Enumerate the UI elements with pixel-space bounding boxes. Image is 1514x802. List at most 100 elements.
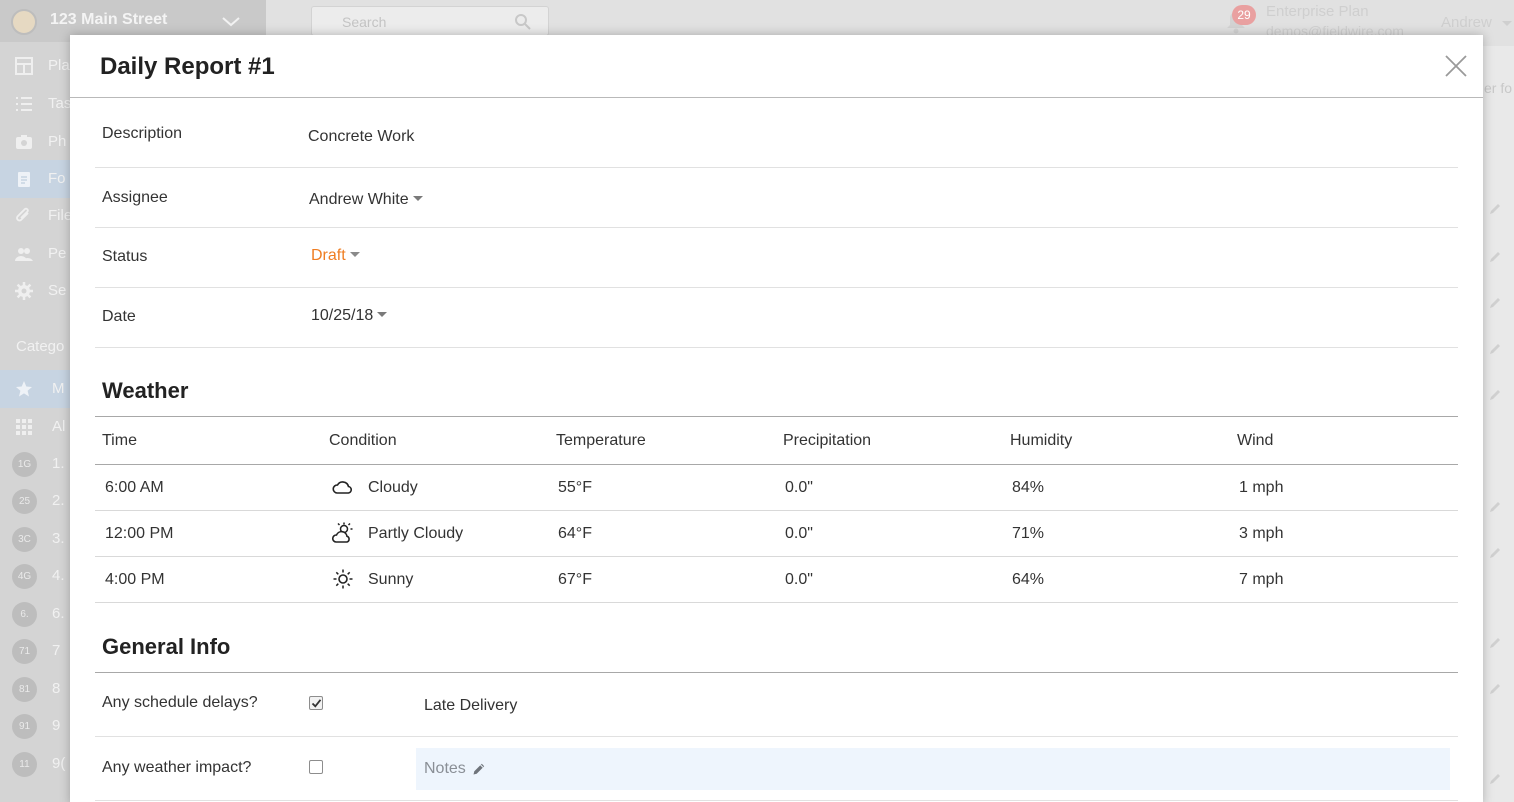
caret-down-icon [1502,21,1512,26]
close-icon[interactable] [1444,54,1468,78]
category-item-label: 4. [52,567,65,584]
question-label: Any weather impact? [102,759,252,776]
category-badge: 25 [12,489,37,514]
notes-field[interactable]: Notes [416,748,1450,790]
plans-icon [15,57,33,75]
pencil-icon [1490,502,1500,512]
list-icon [16,97,32,111]
category-badge: 3C [12,527,37,552]
sun-icon [333,569,353,589]
general-info-section-title: General Info [102,634,231,659]
weather-wind: 1 mph [1239,479,1284,496]
weather-row[interactable]: 4:00 PM Sunny 67°F 0.0" 64% 7 mph [95,557,1458,603]
answer-text[interactable]: Late Delivery [424,697,517,715]
daily-report-modal: Daily Report #1 Description Concrete Wor… [70,35,1483,802]
weather-humidity: 71% [1012,525,1045,542]
category-badge: 6. [12,602,37,627]
categories-heading: Catego [16,338,65,355]
weather-time: 6:00 AM [105,479,164,496]
weather-wind: 3 mph [1239,525,1284,542]
category-badge: 71 [12,639,37,664]
weather-time: 4:00 PM [105,571,165,588]
checkmark-icon [311,699,322,708]
weather-section-divider [95,416,1458,417]
schedule-delays-checkbox[interactable] [309,696,323,710]
category-badge: 1G [12,452,37,477]
description-row: Description Concrete Work [95,98,1458,168]
date-value: 10/25/18 [311,307,374,324]
sidebar-item-label: Pe [48,245,67,262]
weather-table-header: Time Condition Temperature Precipitation… [95,428,1458,465]
category-item-label: M [52,380,65,397]
category-item-label: Al [52,418,66,435]
gear-icon [15,282,33,300]
weather-time: 12:00 PM [105,525,174,542]
weather-precipitation: 0.0" [785,525,813,542]
assignee-label: Assignee [102,189,168,206]
weather-impact-checkbox[interactable] [309,760,323,774]
date-row: Date 10/25/18 [95,288,1458,348]
description-label: Description [102,125,183,142]
caret-down-icon [412,195,423,201]
category-badge: 4G [12,564,37,589]
status-dropdown[interactable]: Draft [311,247,360,265]
weather-humidity: 84% [1012,479,1045,496]
weather-humidity: 64% [1012,571,1045,588]
camera-icon [16,135,32,149]
clipboard-icon [18,172,30,187]
cloud-icon [332,481,352,494]
category-item-label: 6. [52,605,65,622]
pencil-icon [1490,548,1500,558]
notes-placeholder: Notes [424,760,466,777]
chevron-down-icon[interactable] [220,10,242,32]
partly-cloudy-icon [331,522,353,543]
search-input[interactable]: Search [311,6,549,36]
grid-icon [16,419,32,435]
pencil-icon [1490,774,1500,784]
category-item-label: 1. [52,455,65,472]
sidebar-item-label: File [48,207,73,224]
category-item-label: 9 [52,717,61,734]
sidebar-item-label: Se [48,282,67,299]
pencil-icon [1490,298,1500,308]
category-item-label: 9( [52,755,66,772]
pencil-icon [1490,252,1500,262]
category-item-label: 3. [52,530,65,547]
date-dropdown[interactable]: 10/25/18 [311,307,388,325]
column-header-time: Time [102,432,137,449]
weather-condition: Partly Cloudy [368,525,464,542]
pencil-icon [1490,204,1500,214]
category-item-label: 8 [52,680,61,697]
category-badge: 91 [12,714,37,739]
column-header-wind: Wind [1237,432,1274,449]
notification-count-badge: 29 [1232,5,1256,25]
weather-wind: 7 mph [1239,571,1284,588]
column-header-precipitation: Precipitation [783,432,872,449]
plan-name: Enterprise Plan [1266,3,1369,20]
assignee-dropdown[interactable]: Andrew White [309,191,423,209]
search-placeholder: Search [342,14,387,30]
general-info-item: Any schedule delays? Late Delivery [95,673,1458,737]
category-badge: 81 [12,677,37,702]
weather-temperature: 67°F [558,571,592,588]
category-badge: 11 [12,752,37,777]
category-item-label: 7 [52,642,61,659]
weather-temperature: 64°F [558,525,592,542]
pencil-icon [1490,638,1500,648]
people-icon [15,248,33,261]
paperclip-icon [16,207,29,222]
pencil-icon [1490,344,1500,354]
weather-condition: Cloudy [368,479,418,496]
sidebar-item-label: Ph [48,133,67,150]
description-value[interactable]: Concrete Work [308,128,414,146]
weather-precipitation: 0.0" [785,479,813,496]
column-header-condition: Condition [329,432,397,449]
status-label: Status [102,248,148,265]
project-logo [11,9,37,35]
user-menu[interactable]: Andrew [1441,14,1492,31]
weather-row[interactable]: 6:00 AM Cloudy 55°F 0.0" 84% 1 mph [95,465,1458,511]
status-row: Status Draft [95,228,1458,288]
pencil-icon [1490,684,1500,694]
pencil-icon [1490,390,1500,400]
weather-row[interactable]: 12:00 PM Partly Cloudy 64°F 0.0" 71% 3 m… [95,511,1458,557]
